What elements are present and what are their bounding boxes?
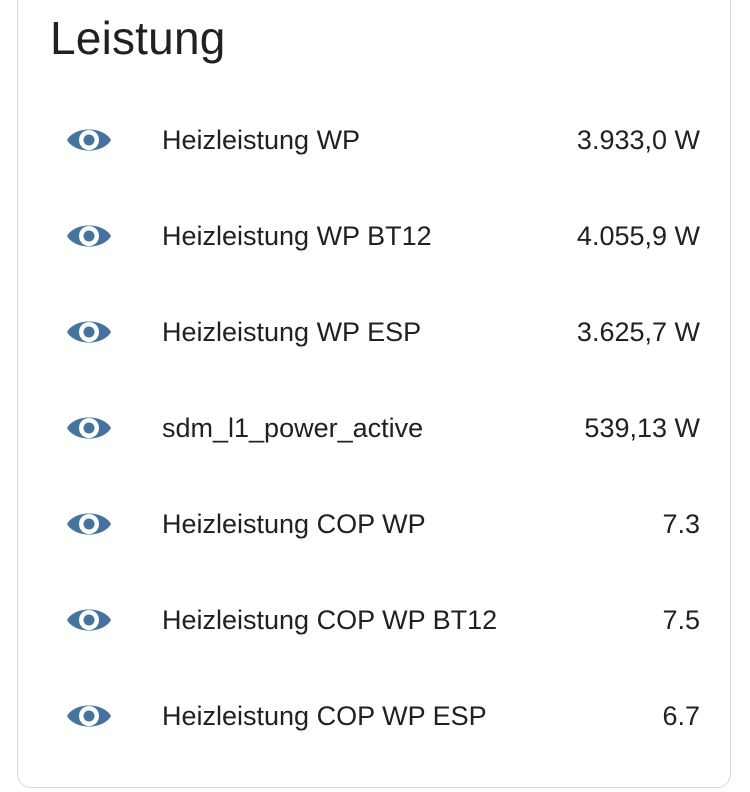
entity-row-heizleistung-wp[interactable]: Heizleistung WP 3.933,0 W <box>50 108 700 172</box>
entity-state: 4.055,9 W <box>576 221 700 251</box>
eye-icon[interactable] <box>66 506 112 542</box>
entity-name[interactable]: Heizleistung COP WP ESP <box>162 684 487 748</box>
entity-row-heizleistung-cop-wp-esp[interactable]: Heizleistung COP WP ESP 6.7 <box>50 684 700 748</box>
card-title: Leistung <box>50 12 226 64</box>
entity-state: 7.3 <box>662 509 700 539</box>
entity-name[interactable]: Heizleistung WP ESP <box>162 300 421 364</box>
eye-icon[interactable] <box>66 218 112 254</box>
entity-row-heizleistung-wp-esp[interactable]: Heizleistung WP ESP 3.625,7 W <box>50 300 700 364</box>
entity-row-heizleistung-cop-wp-bt12[interactable]: Heizleistung COP WP BT12 7.5 <box>50 588 700 652</box>
entity-name[interactable]: sdm_l1_power_active <box>162 396 423 460</box>
eye-icon[interactable] <box>66 314 112 350</box>
entity-row-heizleistung-cop-wp[interactable]: Heizleistung COP WP 7.3 <box>50 492 700 556</box>
entity-state: 6.7 <box>662 701 700 731</box>
eye-icon[interactable] <box>66 410 112 446</box>
entity-row-heizleistung-wp-bt12[interactable]: Heizleistung WP BT12 4.055,9 W <box>50 204 700 268</box>
entity-name[interactable]: Heizleistung COP WP BT12 <box>162 588 497 652</box>
entity-name[interactable]: Heizleistung COP WP <box>162 492 426 556</box>
eye-icon[interactable] <box>66 698 112 734</box>
entity-name[interactable]: Heizleistung WP <box>162 108 360 172</box>
entity-state: 3.933,0 W <box>576 125 700 155</box>
entity-state: 7.5 <box>662 605 700 635</box>
eye-icon[interactable] <box>66 602 112 638</box>
entity-row-sdm-l1-power-active[interactable]: sdm_l1_power_active 539,13 W <box>50 396 700 460</box>
entity-state: 539,13 W <box>584 413 700 443</box>
entity-name[interactable]: Heizleistung WP BT12 <box>162 204 432 268</box>
eye-icon[interactable] <box>66 122 112 158</box>
entity-state: 3.625,7 W <box>576 317 700 347</box>
